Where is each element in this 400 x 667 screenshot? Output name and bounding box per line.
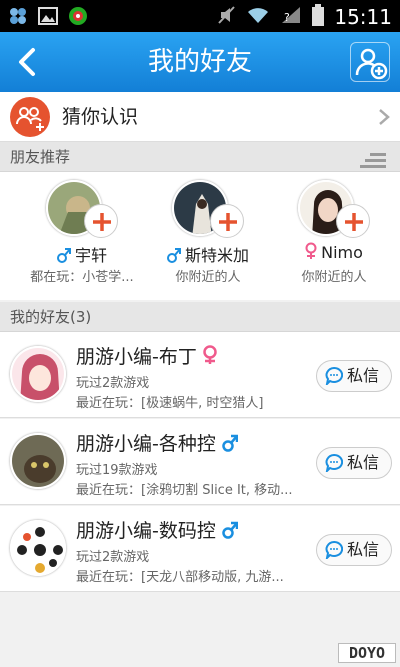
chat-bubble-icon: [325, 367, 343, 385]
games-played: 玩过2款游戏: [76, 376, 150, 391]
recommendation-reason: 都在玩：小苍学...: [30, 270, 134, 285]
avatar: [10, 433, 66, 489]
page-title: 我的好友: [147, 47, 252, 77]
recommendation-item[interactable]: Nimo 你附近的人: [274, 180, 394, 296]
section-header-recommend: 朋友推荐: [0, 142, 400, 172]
app-notification-icon: [8, 6, 28, 26]
recommendation-reason: 你附近的人: [175, 270, 241, 285]
watermark-logo: DOYO: [338, 643, 396, 663]
chat-bubble-icon: [325, 541, 343, 559]
friend-row[interactable]: 朋游小编-数码控 玩过2款游戏 最近在玩：[天龙八部移动版, 九游... 私信: [0, 506, 400, 592]
recently-playing: 最近在玩：[极速蜗牛, 时空猎人]: [76, 396, 264, 411]
male-icon: [166, 248, 181, 263]
status-time: 15:11: [334, 5, 392, 29]
games-played: 玩过2款游戏: [76, 550, 150, 565]
section-title: 我的好友(3): [10, 308, 92, 326]
friend-row[interactable]: 朋游小编-各种控 玩过19款游戏 最近在玩：[涂鸦切割 Slice It, 移动…: [0, 419, 400, 505]
recommendation-name: Nimo: [321, 243, 363, 262]
female-icon: [305, 242, 317, 259]
recently-playing: 最近在玩：[天龙八部移动版, 九游...: [76, 570, 284, 585]
chat-bubble-icon: [325, 454, 343, 472]
add-friend-button[interactable]: [350, 42, 390, 82]
add-friend-plus-button[interactable]: [210, 204, 244, 238]
private-message-label: 私信: [347, 540, 380, 559]
private-message-button[interactable]: 私信: [316, 360, 392, 392]
female-icon: [203, 345, 217, 364]
battery-icon: [312, 4, 325, 30]
image-notification-icon: [38, 6, 58, 26]
plus-icon: [93, 213, 111, 231]
mute-icon: [218, 5, 236, 29]
signal-icon: ?: [280, 5, 302, 29]
friend-name: 朋游小编-布丁: [76, 346, 197, 368]
add-friend-plus-button[interactable]: [84, 204, 118, 238]
sort-icon[interactable]: [360, 149, 386, 168]
section-title: 朋友推荐: [10, 148, 71, 166]
recommendation-list: 宇轩 都在玩：小苍学... 斯特米加 你附近的人 Nimo 你附近的人: [0, 172, 400, 300]
add-friend-plus-button[interactable]: [336, 204, 370, 238]
friend-row[interactable]: 朋游小编-布丁 玩过2款游戏 最近在玩：[极速蜗牛, 时空猎人] 私信: [0, 332, 400, 418]
section-header-friends: 我的好友(3): [0, 302, 400, 332]
add-user-icon: [355, 48, 388, 80]
game-app-icon: [68, 6, 88, 26]
private-message-label: 私信: [347, 366, 380, 385]
male-icon: [222, 521, 238, 539]
svg-text:?: ?: [284, 11, 290, 24]
status-bar: ? 15:11: [0, 0, 400, 32]
recommendation-name: 宇轩: [74, 246, 107, 265]
recommendation-reason: 你附近的人: [301, 270, 367, 285]
private-message-button[interactable]: 私信: [316, 447, 392, 479]
private-message-label: 私信: [347, 453, 380, 472]
friends-circle-icon: [10, 97, 50, 137]
recommendation-name: 斯特米加: [184, 246, 249, 265]
wifi-icon: [246, 5, 270, 29]
title-bar: 我的好友: [0, 32, 400, 92]
recently-playing: 最近在玩：[涂鸦切割 Slice It, 移动...: [76, 483, 293, 498]
games-played: 玩过19款游戏: [76, 463, 158, 478]
guess-label: 猜你认识: [62, 106, 139, 128]
avatar: [10, 520, 66, 576]
plus-icon: [345, 213, 363, 231]
friend-name: 朋游小编-数码控: [76, 520, 216, 542]
male-icon: [222, 434, 238, 452]
chevron-right-icon: [378, 108, 390, 126]
friend-name: 朋游小编-各种控: [76, 433, 216, 455]
recommendation-item[interactable]: 斯特米加 你附近的人: [148, 180, 268, 296]
private-message-button[interactable]: 私信: [316, 534, 392, 566]
guess-you-know-row[interactable]: 猜你认识: [0, 92, 400, 142]
avatar: [10, 346, 66, 402]
plus-icon: [219, 213, 237, 231]
recommendation-item[interactable]: 宇轩 都在玩：小苍学...: [22, 180, 142, 296]
male-icon: [56, 248, 71, 263]
